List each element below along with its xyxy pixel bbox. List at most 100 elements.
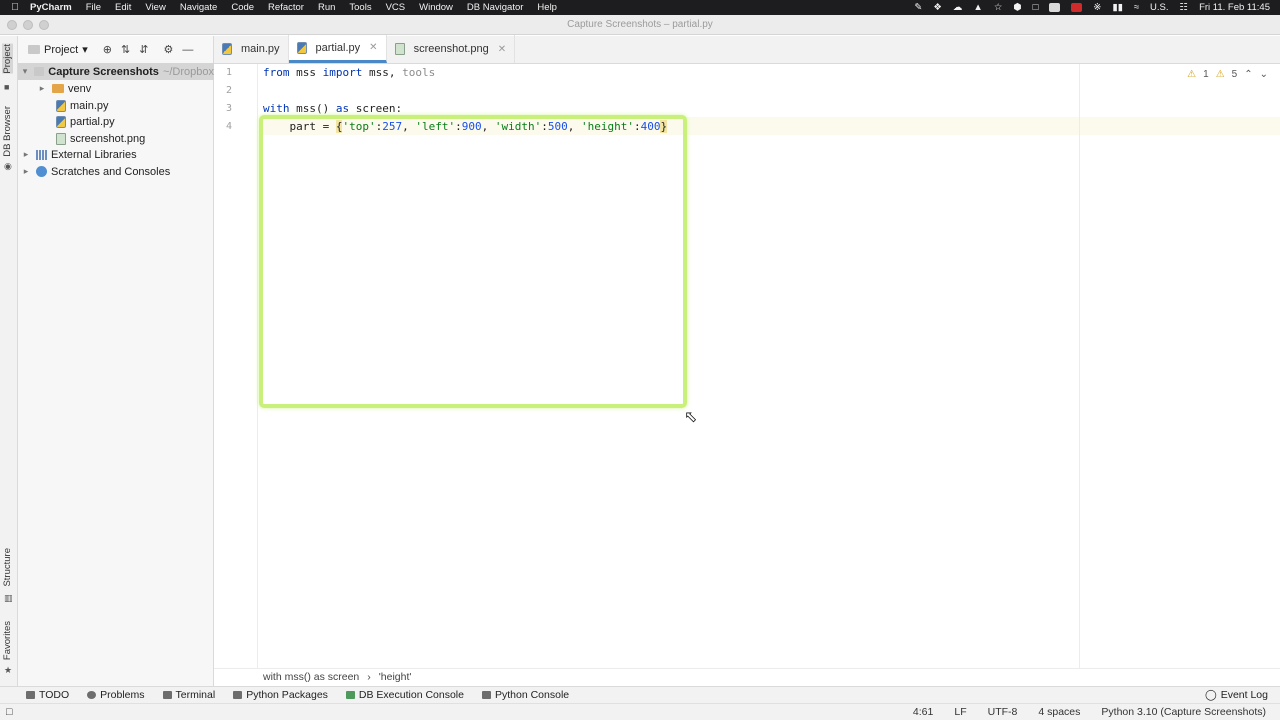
zoom-window-button[interactable] — [39, 20, 49, 30]
menu-vcs[interactable]: VCS — [386, 2, 406, 13]
caret-position[interactable]: 4:61 — [913, 706, 933, 718]
menu-tools[interactable]: Tools — [349, 2, 371, 13]
screen-capture-selection-box[interactable] — [259, 115, 687, 408]
project-panel: Project ▾ ⊕ ⇅ ⇵ ⚙ — ▾ Capture Screenshot… — [18, 36, 214, 686]
tree-item-project-root[interactable]: ▾ Capture Screenshots ~/Dropbox — [18, 63, 214, 80]
indent-setting[interactable]: 4 spaces — [1038, 706, 1080, 718]
menu-file[interactable]: File — [86, 2, 101, 13]
event-log-button[interactable]: ◯ Event Log — [1205, 689, 1268, 701]
collapsed-arrow-icon[interactable]: ▸ — [20, 149, 32, 160]
navigation-icon[interactable]: ▲ — [973, 2, 982, 13]
warning-icon: ⚠ — [1187, 69, 1197, 80]
wifi-icon[interactable]: ≈ — [1134, 2, 1139, 13]
python-packages-tool-button[interactable]: Python Packages — [233, 689, 328, 701]
event-log-icon: ◯ — [1204, 689, 1217, 701]
apple-icon[interactable]:  — [0, 2, 30, 13]
tree-item-screenshot-png[interactable]: screenshot.png — [18, 130, 214, 147]
tree-label: Capture Screenshots — [48, 65, 159, 78]
menu-code[interactable]: Code — [231, 2, 254, 13]
project-view-label: Project — [44, 43, 79, 56]
tree-item-scratches[interactable]: ▸ Scratches and Consoles — [18, 163, 214, 180]
menubar-clock[interactable]: Fri 11. Feb 11:45 — [1199, 2, 1270, 13]
bluetooth-icon[interactable]: ※ — [1093, 2, 1101, 13]
chevron-down-icon[interactable]: ⌄ — [1260, 69, 1268, 80]
window-icon[interactable]: □ — [1033, 2, 1039, 13]
python-file-icon — [222, 43, 232, 55]
code-editor[interactable]: 1 2 3 4 from mss import mss, tools with … — [214, 64, 1280, 668]
menu-navigate[interactable]: Navigate — [180, 2, 218, 13]
structure-icon: ▥ — [4, 593, 13, 603]
tab-main-py[interactable]: main.py — [214, 35, 289, 63]
toggle-tool-windows-icon[interactable]: □ — [6, 706, 12, 718]
python-console-tool-button[interactable]: Python Console — [481, 689, 569, 701]
tree-item-external-libraries[interactable]: ▸ External Libraries — [18, 146, 214, 163]
code-line-3[interactable]: with mss() as screen: — [263, 102, 402, 115]
close-tab-icon[interactable]: ✕ — [369, 42, 377, 53]
warning-count: 5 — [1231, 69, 1238, 80]
recording-icon[interactable] — [1071, 3, 1083, 12]
tab-partial-py[interactable]: partial.py ✕ — [288, 35, 387, 63]
terminal-icon — [162, 691, 172, 699]
hexagon-icon[interactable]: ⬢ — [1013, 2, 1021, 13]
menu-db-navigator[interactable]: DB Navigator — [467, 2, 524, 13]
tab-screenshot-png[interactable]: screenshot.png ✕ — [387, 35, 516, 63]
input-source[interactable]: U.S. — [1150, 2, 1168, 13]
code-text: mss, — [362, 66, 403, 79]
project-tool-icon: ■ — [4, 82, 10, 92]
gear-icon[interactable]: ⚙ — [163, 43, 173, 56]
collapse-all-icon[interactable]: ⇵ — [139, 43, 148, 56]
menu-view[interactable]: View — [145, 2, 165, 13]
battery-icon[interactable]: ▮▮ — [1112, 2, 1122, 13]
line-number: 3 — [225, 103, 232, 114]
db-execution-console-tool-button[interactable]: DB Execution Console — [345, 689, 464, 701]
tree-item-venv[interactable]: ▸ venv — [18, 80, 214, 97]
tree-item-main-py[interactable]: main.py — [18, 97, 214, 114]
terminal-tool-button[interactable]: Terminal — [162, 689, 215, 701]
expand-all-icon[interactable]: ⇅ — [121, 43, 130, 56]
structure-tool-tab[interactable]: Structure — [2, 548, 13, 587]
chevron-down-icon: ▾ — [82, 44, 88, 56]
control-center-icon[interactable]: ☷ — [1180, 2, 1189, 13]
problems-tool-button[interactable]: Problems — [87, 689, 145, 701]
status-square-icon[interactable] — [1049, 3, 1061, 12]
file-encoding[interactable]: UTF-8 — [988, 706, 1018, 718]
chevron-up-icon[interactable]: ⌃ — [1244, 69, 1252, 80]
dropbox-icon[interactable]: ❖ — [933, 2, 942, 13]
favorites-tool-tab[interactable]: Favorites — [2, 621, 13, 660]
code-text: mss() — [289, 102, 336, 115]
expanded-arrow-icon[interactable]: ▾ — [20, 66, 30, 77]
menu-window[interactable]: Window — [419, 2, 453, 13]
code-line-1[interactable]: from mss import mss, tools — [263, 66, 435, 79]
inspection-widget[interactable]: ⚠ 1 ⚠ 5 ⌃ ⌄ — [1187, 69, 1268, 80]
cloud-icon[interactable]: ☁ — [953, 2, 963, 13]
project-folder-icon — [28, 45, 40, 54]
hide-panel-icon[interactable]: — — [182, 44, 193, 56]
python-interpreter[interactable]: Python 3.10 (Capture Screenshots) — [1101, 706, 1266, 718]
breadcrumb-item[interactable]: 'height' — [379, 671, 412, 683]
close-tab-icon[interactable]: ✕ — [498, 44, 506, 55]
line-separator[interactable]: LF — [954, 706, 966, 718]
db-browser-tool-tab[interactable]: DB Browser — [2, 106, 13, 157]
packages-icon — [233, 691, 243, 699]
menu-help[interactable]: Help — [537, 2, 557, 13]
line-number: 2 — [225, 85, 232, 96]
project-view-selector[interactable]: Project ▾ — [28, 43, 88, 56]
tab-label: main.py — [241, 43, 280, 55]
menu-edit[interactable]: Edit — [115, 2, 131, 13]
menu-run[interactable]: Run — [318, 2, 335, 13]
tree-item-partial-py[interactable]: partial.py — [18, 113, 214, 130]
minimize-window-button[interactable] — [23, 20, 33, 30]
star-icon[interactable]: ☆ — [994, 2, 1003, 13]
line-number-gutter: 1 2 3 4 — [214, 64, 258, 668]
locate-file-icon[interactable]: ⊕ — [103, 43, 112, 56]
menu-refactor[interactable]: Refactor — [268, 2, 304, 13]
collapsed-arrow-icon[interactable]: ▸ — [36, 83, 48, 94]
close-window-button[interactable] — [7, 20, 17, 30]
collapsed-arrow-icon[interactable]: ▸ — [20, 166, 32, 177]
todo-tool-button[interactable]: TODO — [26, 689, 69, 701]
project-tool-tab[interactable]: Project — [2, 44, 13, 74]
menu-app-name[interactable]: PyCharm — [30, 2, 72, 13]
screenshot-tool-icon[interactable]: ✎ — [914, 2, 922, 13]
breadcrumb-item[interactable]: with mss() as screen — [263, 671, 359, 683]
info-icon — [87, 691, 97, 699]
